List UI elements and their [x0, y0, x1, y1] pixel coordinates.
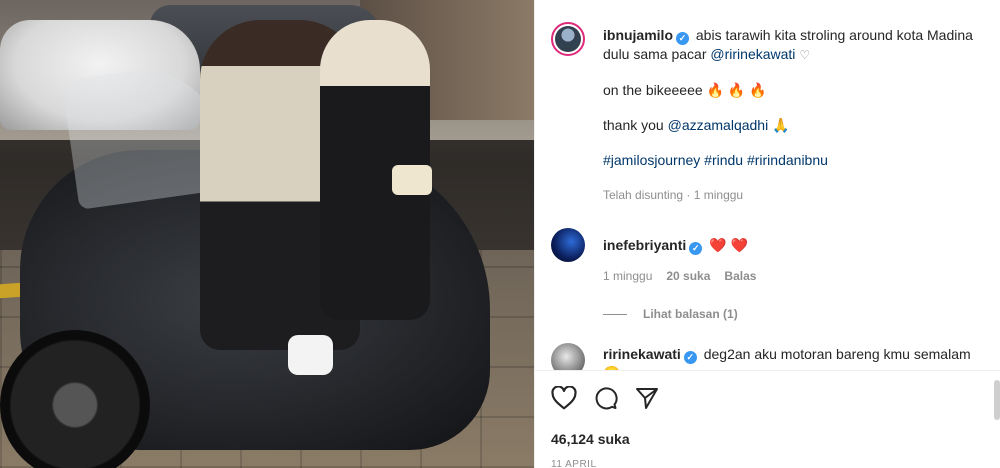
caption-hashtags[interactable]: #jamilosjourney #rindu #ririndanibnu: [603, 152, 828, 168]
comment-time[interactable]: 1 minggu: [603, 267, 652, 285]
post-side-panel: ibnujamilo ✓ abis tarawih kita stroling a…: [534, 0, 1000, 468]
caption-edited-meta: Telah disunting · 1 minggu: [603, 188, 744, 202]
caption-mention-thanks[interactable]: @azzamalqadhi: [668, 117, 769, 133]
fire-emoji-icon: 🔥 🔥 🔥: [706, 82, 767, 98]
verified-badge-icon: ✓: [689, 242, 703, 255]
comment-text: deg2an aku motoran bareng kmu semalam: [703, 346, 971, 362]
white-heart-icon: ♡: [799, 48, 811, 62]
commenter-username[interactable]: inefebriyanti: [603, 237, 686, 253]
post-photo: [0, 0, 534, 468]
photo-handbag: [392, 165, 432, 195]
caption-mention[interactable]: @ririnekawati: [710, 46, 795, 62]
post-caption: ibnujamilo ✓ abis tarawih kita stroling a…: [551, 22, 985, 204]
post-actions-footer: 46,124 suka 11 APRIL: [535, 370, 1000, 468]
post-date[interactable]: 11 APRIL: [551, 459, 985, 468]
author-avatar[interactable]: [551, 22, 585, 56]
view-replies-button[interactable]: Lihat balasan (1): [603, 307, 985, 321]
speech-bubble-icon[interactable]: [593, 386, 619, 410]
commenter-username[interactable]: ririnekawati: [603, 346, 681, 362]
caption-line-bike: on the bikeeeee: [603, 82, 703, 98]
action-bar: [551, 383, 985, 413]
comment-item: ririnekawati ✓ deg2an aku motoran bareng …: [551, 343, 985, 370]
praying-emoji-icon: 🙏: [772, 117, 790, 133]
comments-section[interactable]: ibnujamilo ✓ abis tarawih kita stroling a…: [535, 0, 1000, 370]
verified-badge-icon: ✓: [676, 32, 689, 45]
comment-likes[interactable]: 20 suka: [666, 267, 710, 285]
commenter-avatar[interactable]: [551, 228, 585, 262]
paper-plane-icon[interactable]: [635, 386, 659, 410]
divider-line: [603, 313, 627, 315]
reply-button[interactable]: Balas: [724, 267, 756, 285]
heart-outline-icon[interactable]: [551, 386, 577, 410]
author-username[interactable]: ibnujamilo: [603, 27, 673, 43]
photo-front-wheel: [0, 330, 150, 468]
commenter-avatar[interactable]: [551, 343, 585, 370]
view-replies-label: Lihat balasan (1): [643, 307, 738, 321]
photo-sneaker: [288, 335, 333, 375]
red-heart-emoji-icon: ❤️ ❤️: [709, 237, 748, 253]
caption-thanks: thank you: [603, 117, 664, 133]
comment-item: inefebriyanti ✓ ❤️ ❤️ 1 minggu 20 suka Ba…: [551, 228, 985, 285]
scrollbar[interactable]: [994, 380, 1000, 420]
verified-badge-icon: ✓: [683, 351, 697, 364]
likes-count[interactable]: 46,124 suka: [551, 431, 985, 447]
